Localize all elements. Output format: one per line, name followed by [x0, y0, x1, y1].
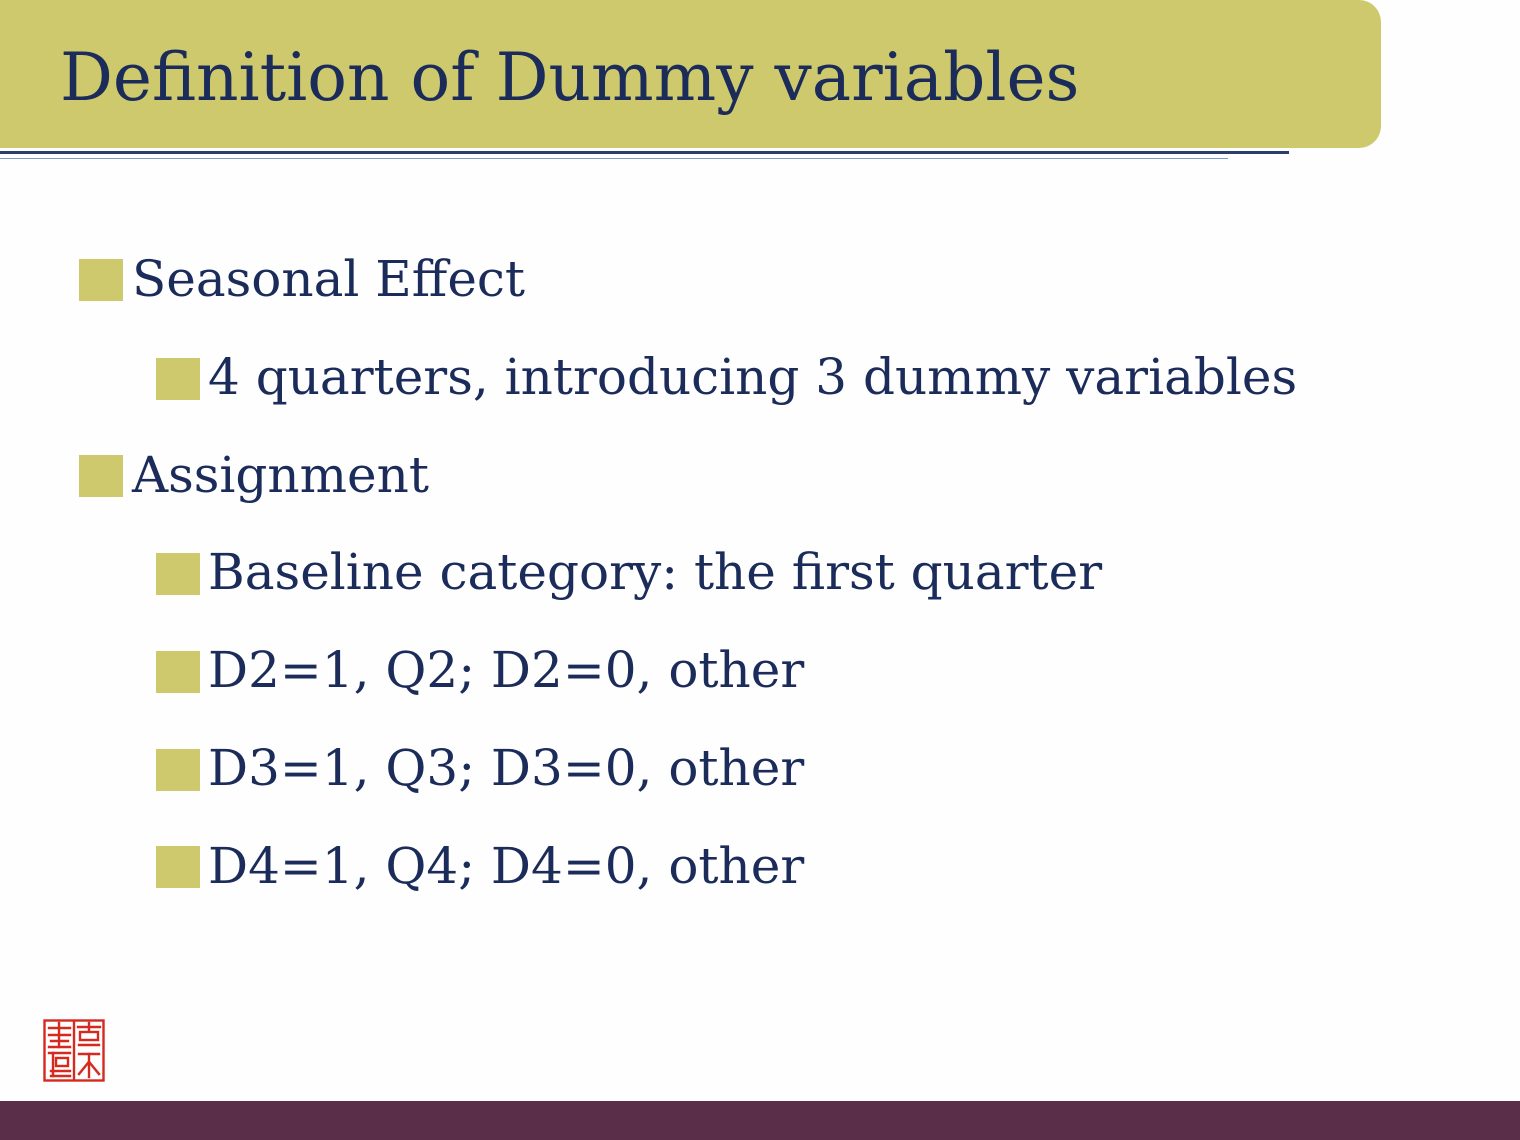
university-seal-icon	[43, 1019, 105, 1082]
title-bar: Definition of Dummy variables	[0, 0, 1381, 148]
title-divider-dark	[0, 151, 1289, 154]
square-bullet-icon	[79, 455, 123, 497]
square-bullet-icon	[156, 358, 200, 400]
footer-bar	[0, 1101, 1520, 1140]
slide-title: Definition of Dummy variables	[60, 39, 1080, 116]
bullet-text: D2=1, Q2; D2=0, other	[208, 641, 805, 699]
square-bullet-icon	[156, 749, 200, 791]
square-bullet-icon	[156, 846, 200, 888]
bullet-text: Baseline category: the first quarter	[208, 543, 1103, 601]
square-bullet-icon	[156, 553, 200, 595]
square-bullet-icon	[156, 651, 200, 693]
bullet-text: D3=1, Q3; D3=0, other	[208, 739, 805, 797]
bullet-text: Assignment	[132, 446, 429, 504]
square-bullet-icon	[79, 259, 123, 301]
title-divider-light	[0, 158, 1228, 159]
bullet-text: Seasonal Effect	[132, 250, 526, 308]
bullet-text: D4=1, Q4; D4=0, other	[208, 837, 805, 895]
bullet-text: 4 quarters, introducing 3 dummy variable…	[208, 348, 1298, 406]
